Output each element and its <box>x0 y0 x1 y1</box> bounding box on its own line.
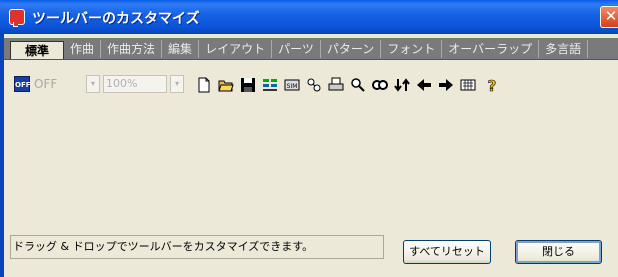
score-layout-icon[interactable] <box>262 77 278 93</box>
off-dropdown-arrow[interactable]: ▾ <box>86 75 100 93</box>
save-disk-icon[interactable] <box>240 77 256 93</box>
title-bar[interactable]: ツールバーのカスタマイズ ✕ <box>0 0 618 34</box>
tab-standard[interactable]: 標準 <box>10 40 65 59</box>
close-window-button[interactable]: ✕ <box>600 6 618 28</box>
app-icon <box>9 9 25 27</box>
help-icon[interactable]: ? <box>484 77 500 93</box>
reset-all-button[interactable]: すべてリセット <box>403 240 491 264</box>
keyboard-icon[interactable] <box>460 77 476 93</box>
zoom-dropdown-arrow[interactable]: ▾ <box>170 75 184 93</box>
sim-icon[interactable]: SIM <box>284 77 300 93</box>
tab-compose[interactable]: 作曲 <box>64 39 102 58</box>
tab-layout[interactable]: レイアウト <box>199 39 273 58</box>
toolbar-palette: OFF OFF ▾ 100% ▾ SIM ? <box>10 74 610 96</box>
tab-pattern[interactable]: パターン <box>321 39 382 58</box>
status-message: ドラッグ & ドロップでツールバーをカスタマイズできます。 <box>10 235 384 259</box>
tab-parts[interactable]: パーツ <box>272 39 321 58</box>
print-icon[interactable] <box>328 77 344 93</box>
tab-multilingual[interactable]: 多言語 <box>539 39 589 58</box>
tab-overlap[interactable]: オーバーラップ <box>442 39 540 58</box>
tab-font[interactable]: フォント <box>381 39 443 58</box>
zoom-icon[interactable] <box>350 77 366 93</box>
open-folder-icon[interactable] <box>218 77 234 93</box>
parts-icon[interactable] <box>306 77 322 93</box>
zoom-field[interactable]: 100% <box>103 75 167 93</box>
off-toggle-icon[interactable]: OFF <box>14 76 31 92</box>
arrow-left-icon[interactable] <box>416 77 432 93</box>
window-title: ツールバーのカスタマイズ <box>32 11 200 27</box>
arrow-right-icon[interactable] <box>438 77 454 93</box>
close-button[interactable]: 閉じる <box>515 240 602 264</box>
new-document-icon[interactable] <box>196 77 212 93</box>
tab-compose-method[interactable]: 作曲方法 <box>101 39 163 58</box>
toolbar-drop-area[interactable] <box>4 100 618 230</box>
off-label: OFF <box>34 77 58 91</box>
tab-edit[interactable]: 編集 <box>162 39 200 58</box>
svg-text:?: ? <box>488 77 497 93</box>
transpose-icon[interactable] <box>394 77 410 93</box>
view-double-icon[interactable] <box>372 77 388 93</box>
svg-text:SIM: SIM <box>287 83 298 90</box>
toolbar-category-tabs: 標準 作曲 作曲方法 編集 レイアウト パーツ パターン フォント オーバーラッ… <box>4 38 618 60</box>
